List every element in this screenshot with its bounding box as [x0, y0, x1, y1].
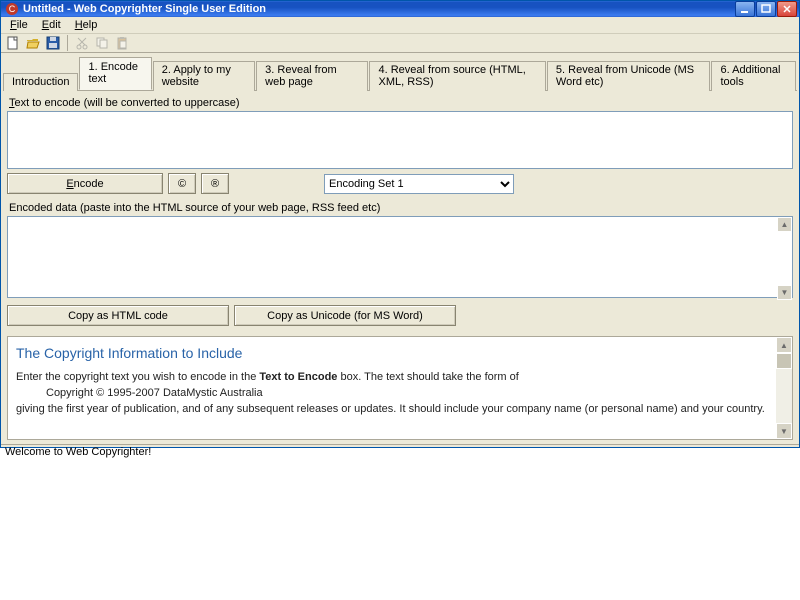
scroll-down-icon[interactable]: ▼ [776, 423, 792, 439]
encode-row: EEncodencode © ® Encoding Set 1 [7, 173, 793, 194]
open-icon[interactable] [24, 34, 42, 52]
paste-icon [113, 34, 131, 52]
tabbar: Introduction 1. Encode text 2. Apply to … [3, 57, 797, 91]
menu-help[interactable]: HHelpelp [68, 17, 105, 33]
encoding-set-select[interactable]: Encoding Set 1 [324, 174, 514, 194]
encoded-data-output[interactable] [7, 216, 793, 298]
svg-text:C: C [9, 4, 16, 14]
scroll-up-icon[interactable]: ▲ [776, 337, 792, 353]
encode-button[interactable]: EEncodencode [7, 173, 163, 194]
new-icon[interactable] [4, 34, 22, 52]
info-p3: giving the first year of publication, an… [16, 403, 768, 415]
copy-row: Copy as HTML code Copy as Unicode (for M… [7, 305, 793, 326]
statusbar: Welcome to Web Copyrighter! [1, 444, 799, 459]
tab-content: Text to encode (will be converted to upp… [1, 91, 799, 444]
minimize-button[interactable] [735, 1, 755, 17]
menu-file[interactable]: FFileile [3, 17, 35, 33]
titlebar: C Untitled - Web Copyrighter Single User… [1, 1, 799, 17]
info-heading: The Copyright Information to Include [16, 345, 768, 361]
save-icon[interactable] [44, 34, 62, 52]
toolbar [1, 34, 799, 53]
scroll-up-icon[interactable]: ▲ [777, 217, 792, 232]
tab-additional-tools[interactable]: 6. Additional tools [711, 61, 796, 91]
label-text-to-encode: Text to encode (will be converted to upp… [9, 97, 793, 109]
copy-unicode-button[interactable]: Copy as Unicode (for MS Word) [234, 305, 456, 326]
registered-symbol-button[interactable]: ® [201, 173, 229, 194]
tab-encode-text[interactable]: 1. Encode text [79, 57, 151, 90]
menubar: FFileile EEditdit HHelpelp [1, 17, 799, 34]
close-button[interactable] [777, 1, 797, 17]
window-title: Untitled - Web Copyrighter Single User E… [23, 3, 735, 15]
maximize-button[interactable] [756, 1, 776, 17]
app-icon: C [5, 2, 19, 16]
copy-html-button[interactable]: Copy as HTML code [7, 305, 229, 326]
tab-apply-website[interactable]: 2. Apply to my website [153, 61, 255, 91]
tab-reveal-unicode[interactable]: 5. Reveal from Unicode (MS Word etc) [547, 61, 711, 91]
label-encoded-data: Encoded data (paste into the HTML source… [9, 202, 793, 214]
cut-icon [73, 34, 91, 52]
info-scrollbar[interactable]: ▲ ▼ [776, 337, 792, 439]
info-panel: The Copyright Information to Include Ent… [7, 336, 793, 440]
info-p1: Enter the copyright text you wish to enc… [16, 371, 768, 383]
tab-reveal-web[interactable]: 3. Reveal from web page [256, 61, 368, 91]
scroll-thumb[interactable] [776, 353, 792, 369]
status-text: Welcome to Web Copyrighter! [5, 446, 151, 458]
text-to-encode-input[interactable] [7, 111, 793, 169]
tab-introduction[interactable]: Introduction [3, 73, 78, 91]
toolbar-divider [67, 35, 68, 51]
copyright-symbol-button[interactable]: © [168, 173, 196, 194]
menu-edit[interactable]: EEditdit [35, 17, 68, 33]
scroll-down-icon[interactable]: ▼ [777, 285, 792, 300]
info-example: Copyright © 1995-2007 DataMystic Austral… [46, 387, 768, 399]
tab-reveal-source[interactable]: 4. Reveal from source (HTML, XML, RSS) [369, 61, 545, 91]
copy-icon [93, 34, 111, 52]
